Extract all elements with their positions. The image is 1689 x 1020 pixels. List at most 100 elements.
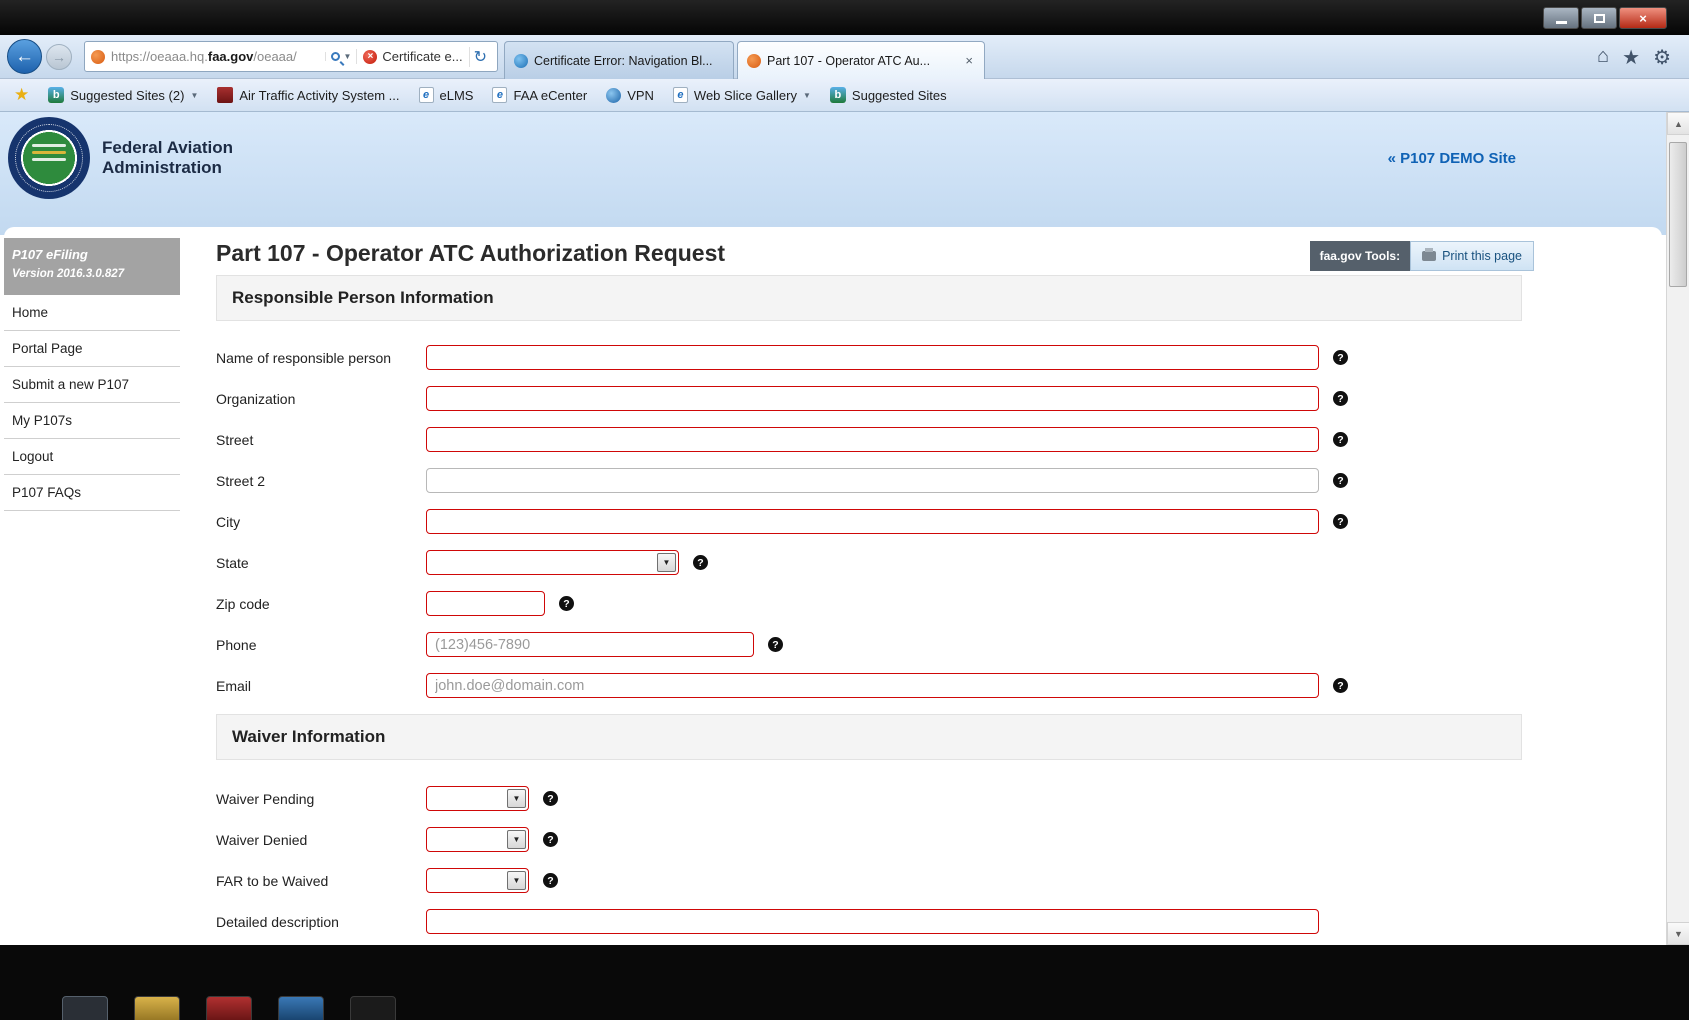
help-icon[interactable]: ?: [693, 555, 708, 570]
vertical-scrollbar[interactable]: ▲ ▼: [1666, 112, 1689, 945]
help-icon[interactable]: ?: [559, 596, 574, 611]
help-icon[interactable]: ?: [1333, 473, 1348, 488]
form-section-waiver: Waiver Pending ▼ ? Waiver Denied ▼ ? FAR…: [216, 760, 1534, 934]
help-icon[interactable]: ?: [543, 791, 558, 806]
state-select[interactable]: ▼: [426, 550, 679, 575]
address-bar[interactable]: https://oeaaa.hq.faa.gov/oeaaa/ ▼ × Cert…: [84, 41, 498, 72]
street-input[interactable]: [426, 427, 1319, 452]
city-input[interactable]: [426, 509, 1319, 534]
scroll-up-button[interactable]: ▲: [1667, 112, 1689, 135]
help-icon[interactable]: ?: [543, 873, 558, 888]
help-icon[interactable]: ?: [543, 832, 558, 847]
refresh-button[interactable]: ↻: [468, 46, 491, 67]
favorite-label: Suggested Sites (2): [70, 87, 185, 103]
help-icon[interactable]: ?: [1333, 678, 1348, 693]
zip-label: Zip code: [216, 595, 270, 612]
home-icon[interactable]: ⌂: [1597, 45, 1609, 70]
help-icon[interactable]: ?: [1333, 350, 1348, 365]
tools-label: faa.gov Tools:: [1309, 241, 1411, 271]
organization-input[interactable]: [426, 386, 1319, 411]
faa-logo[interactable]: [8, 117, 90, 199]
favorite-web-slice-gallery[interactable]: e Web Slice Gallery ▼: [672, 87, 811, 103]
favorite-faa-ecenter[interactable]: e FAA eCenter: [492, 87, 587, 103]
certificate-error-icon: ×: [363, 49, 378, 64]
maximize-icon: [1593, 13, 1605, 23]
tab-part107[interactable]: Part 107 - Operator ATC Au... ×: [737, 41, 985, 79]
search-dropdown-icon[interactable]: ▼: [343, 52, 351, 61]
help-icon[interactable]: ?: [1333, 514, 1348, 529]
dropdown-button[interactable]: ▼: [507, 789, 526, 808]
favorite-vpn[interactable]: VPN: [606, 87, 654, 103]
zip-input[interactable]: [426, 591, 545, 616]
waiver-pending-select[interactable]: ▼: [426, 786, 529, 811]
sidebar-item-logout[interactable]: Logout: [4, 439, 180, 475]
taskbar-app-icon[interactable]: [206, 996, 252, 1020]
page-title: Part 107 - Operator ATC Authorization Re…: [216, 240, 726, 266]
favorite-label: VPN: [627, 87, 654, 103]
dropdown-button[interactable]: ▼: [507, 830, 526, 849]
tab-certificate-error[interactable]: Certificate Error: Navigation Bl...: [504, 41, 734, 79]
back-button[interactable]: ←: [7, 39, 42, 74]
certificate-error-indicator[interactable]: × Certificate e...: [356, 49, 468, 64]
far-waived-label: FAR to be Waived: [216, 872, 329, 889]
form-section-responsible: Name of responsible person ? Organizatio…: [216, 321, 1534, 698]
help-icon[interactable]: ?: [768, 637, 783, 652]
suggested-sites-icon: b: [48, 87, 65, 103]
favorite-elms[interactable]: e eLMS: [418, 87, 473, 103]
dropdown-button[interactable]: ▼: [657, 553, 676, 572]
sidebar: P107 eFiling Version 2016.3.0.827 Home P…: [4, 227, 180, 945]
taskbar-app-icon[interactable]: [62, 996, 108, 1020]
detailed-description-input[interactable]: [426, 909, 1319, 934]
sidebar-item-p107-faqs[interactable]: P107 FAQs: [4, 475, 180, 511]
address-url[interactable]: https://oeaaa.hq.faa.gov/oeaaa/: [111, 49, 325, 64]
caret-down-icon: ▼: [512, 794, 521, 803]
certificate-error-text: Certificate e...: [382, 49, 463, 64]
help-icon[interactable]: ?: [1333, 432, 1348, 447]
waiver-denied-select[interactable]: ▼: [426, 827, 529, 852]
name-input[interactable]: [426, 345, 1319, 370]
address-search[interactable]: ▼: [325, 52, 356, 61]
settings-gear-icon[interactable]: ⚙: [1653, 45, 1671, 70]
favorites-icon[interactable]: ★: [1622, 45, 1640, 70]
scroll-down-button[interactable]: ▼: [1667, 922, 1689, 945]
favorite-air-traffic[interactable]: Air Traffic Activity System ...: [217, 87, 400, 103]
sidebar-item-home[interactable]: Home: [4, 295, 180, 331]
help-icon[interactable]: ?: [1333, 391, 1348, 406]
favorites-star-icon[interactable]: ★: [14, 85, 29, 105]
dropdown-button[interactable]: ▼: [507, 871, 526, 890]
favorite-suggested-sites[interactable]: b Suggested Sites: [829, 87, 947, 103]
sidebar-item-my-p107s[interactable]: My P107s: [4, 403, 180, 439]
minimize-button[interactable]: [1543, 7, 1579, 29]
sidebar-item-portal-page[interactable]: Portal Page: [4, 331, 180, 367]
street2-input[interactable]: [426, 468, 1319, 493]
email-input[interactable]: [426, 673, 1319, 698]
maximize-button[interactable]: [1581, 7, 1617, 29]
search-icon: [331, 52, 341, 61]
webpage-icon: e: [672, 87, 688, 103]
close-button[interactable]: ×: [1619, 7, 1667, 29]
forward-button[interactable]: →: [46, 44, 72, 70]
phone-input[interactable]: [426, 632, 754, 657]
taskbar-app-icon[interactable]: [350, 996, 396, 1020]
taskbar-folder-icon[interactable]: [134, 996, 180, 1020]
caret-down-icon[interactable]: ▼: [190, 91, 198, 100]
taskbar: [0, 945, 1689, 1020]
close-icon: ×: [1639, 10, 1647, 26]
city-label: City: [216, 513, 241, 530]
caret-down-icon: ▼: [512, 835, 521, 844]
page-panel: P107 eFiling Version 2016.3.0.827 Home P…: [4, 227, 1662, 945]
favorite-suggested-sites-2[interactable]: b Suggested Sites (2) ▼: [48, 87, 198, 103]
sidebar-menu: Home Portal Page Submit a new P107 My P1…: [4, 295, 180, 511]
far-waived-select[interactable]: ▼: [426, 868, 529, 893]
site-header: Federal Aviation Administration « P107 D…: [0, 112, 1666, 235]
print-page-button[interactable]: Print this page: [1410, 241, 1534, 271]
caret-down-icon[interactable]: ▼: [803, 91, 811, 100]
scrollbar-thumb[interactable]: [1669, 142, 1687, 287]
printer-icon: [1422, 248, 1437, 261]
sidebar-item-submit-p107[interactable]: Submit a new P107: [4, 367, 180, 403]
scroll-down-icon: ▼: [1674, 928, 1683, 939]
tab-close-icon[interactable]: ×: [963, 53, 975, 68]
taskbar-app-icon[interactable]: [278, 996, 324, 1020]
tab-favicon: [747, 53, 761, 68]
demo-site-link[interactable]: « P107 DEMO Site: [1388, 150, 1516, 167]
